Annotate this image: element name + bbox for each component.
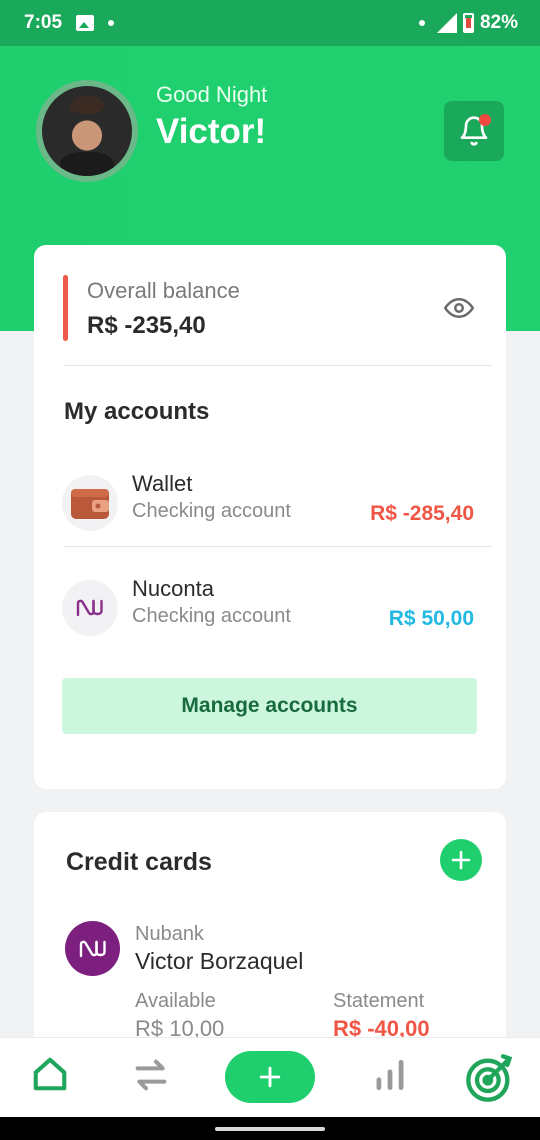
- image-notification-icon: [76, 15, 95, 31]
- nav-add-button[interactable]: [225, 1051, 315, 1103]
- balance-card: Overall balance R$ -235,40 My accounts W…: [34, 245, 506, 789]
- credit-cards-card: Credit cards Nubank Victor Borzaquel Ava…: [34, 812, 506, 1072]
- status-dot-icon: [418, 20, 425, 26]
- notifications-button[interactable]: [444, 101, 504, 161]
- signal-icon: [436, 13, 457, 33]
- notification-dot-icon: [108, 20, 115, 26]
- avatar[interactable]: [36, 80, 138, 182]
- credit-cards-title: Credit cards: [66, 848, 212, 876]
- account-row-nuconta[interactable]: Nuconta Checking account R$ 50,00: [62, 572, 494, 652]
- avatar-photo: [42, 86, 132, 176]
- battery-icon: [462, 13, 474, 33]
- account-name: Nuconta: [132, 576, 214, 601]
- account-type: Checking account: [132, 500, 291, 522]
- available-label: Available: [135, 990, 216, 1012]
- wallet-icon: [62, 475, 118, 531]
- card-holder: Victor Borzaquel: [135, 948, 304, 974]
- nav-reports[interactable]: [371, 1055, 409, 1095]
- account-balance: R$ -285,40: [370, 502, 474, 525]
- reports-icon: [376, 1059, 404, 1091]
- divider: [63, 546, 492, 547]
- notification-badge: [479, 114, 491, 126]
- account-balance: R$ 50,00: [388, 607, 474, 630]
- battery-percent: 82%: [479, 12, 518, 33]
- nav-goals[interactable]: [464, 1052, 516, 1104]
- accounts-title: My accounts: [64, 398, 210, 425]
- home-icon: [33, 1057, 67, 1091]
- home-indicator[interactable]: [215, 1127, 325, 1131]
- user-name: Victor!: [156, 112, 267, 151]
- statement-label: Statement: [333, 990, 425, 1012]
- greeting-text: Good Night: [156, 82, 268, 107]
- divider: [63, 365, 492, 366]
- status-bar: 7:05 82%: [0, 0, 540, 46]
- bottom-navigation: [0, 1037, 540, 1117]
- nav-home[interactable]: [31, 1055, 69, 1093]
- nubank-logo-icon: [65, 921, 120, 976]
- balance-value: R$ -235,40: [87, 312, 206, 339]
- account-type: Checking account: [132, 605, 291, 627]
- add-icon: [259, 1066, 281, 1088]
- transactions-icon: [135, 1059, 167, 1091]
- plus-icon: [451, 850, 471, 870]
- manage-accounts-button[interactable]: Manage accounts: [62, 678, 477, 734]
- balance-label: Overall balance: [87, 278, 240, 303]
- gesture-bar: [0, 1117, 540, 1140]
- card-bank: Nubank: [135, 923, 204, 945]
- balance-indicator: [63, 275, 68, 341]
- account-row-wallet[interactable]: Wallet Checking account R$ -285,40: [62, 467, 494, 547]
- goals-icon: [466, 1054, 513, 1102]
- status-time: 7:05: [24, 12, 63, 33]
- account-name: Wallet: [132, 471, 193, 496]
- nav-transactions[interactable]: [131, 1055, 171, 1095]
- nubank-icon: [62, 580, 118, 636]
- eye-icon[interactable]: [440, 293, 478, 323]
- add-credit-card-button[interactable]: [440, 839, 482, 881]
